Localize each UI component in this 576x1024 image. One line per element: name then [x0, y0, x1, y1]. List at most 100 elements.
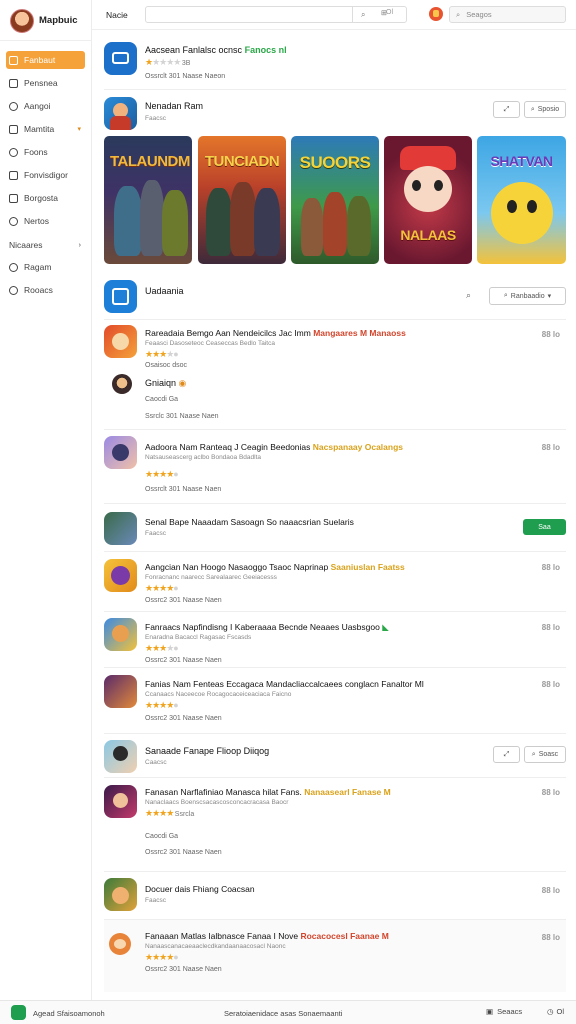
sidebar-item-label: Rooacs	[24, 285, 53, 295]
user-icon	[9, 147, 18, 157]
filter-dropdown[interactable]: ⌕ Ranbaadio ▾	[489, 287, 566, 305]
item-title: Aangcian Nan Hoogo Nasaoggo Tsaoc Naprin…	[145, 562, 405, 572]
get-button[interactable]: Saa	[523, 519, 566, 535]
banner-subtitle: Faacsc	[145, 115, 166, 122]
sidebar-item-borgosta[interactable]: Borgosta	[6, 189, 85, 207]
footer-search-button[interactable]: ▣ Seaacs	[486, 1007, 522, 1016]
item-title: Aadoora Nam Ranteaq J Ceagin Beedonias N…	[145, 442, 404, 452]
sidebar-item-label: Nertos	[24, 216, 50, 226]
list-item[interactable]: Senal Bape Naaadam Sasoagn So naaacsrian…	[104, 504, 566, 552]
game-card[interactable]: SUOORS	[291, 136, 379, 264]
item-subtitle: Ccanaacs Naceecoe Rocagocaceiceaciaca Fa…	[145, 691, 292, 698]
clock-icon	[9, 101, 18, 111]
item-subtitle: Faacsc	[145, 897, 166, 904]
item-title: Fanasan Narflafiniao Manasca hilat Fans.…	[145, 787, 391, 797]
section-title: Uadaania	[145, 286, 184, 296]
sidebar-item-rooacs[interactable]: Rooacs	[6, 281, 85, 299]
document-icon: ▣	[486, 1007, 494, 1016]
game-card[interactable]: SHATVAN	[477, 136, 566, 264]
featured-meta: Ossrclt 301 Naase Naeon	[145, 73, 226, 80]
sidebar-item-label: Ragam	[24, 262, 52, 272]
rating-stars: ★★★★●	[145, 583, 179, 593]
rating-stars: ★★★★●	[145, 469, 179, 479]
list-item[interactable]: Aadoora Nam Ranteaq J Ceagin Beedonias N…	[104, 430, 566, 504]
search-label: Seagos	[466, 10, 492, 19]
list-item[interactable]: Fanasan Narflafiniao Manasca hilat Fans.…	[104, 778, 566, 872]
item-meta: Osaisoc dsoc	[145, 362, 188, 369]
item-subtitle: Faacsc	[145, 530, 166, 537]
search-icon: ⌕	[456, 9, 461, 19]
search-input[interactable]: ⌕ ⊞ Ol	[145, 6, 407, 23]
sidebar-nav: Fanbaut Pensnea Aangoi Mamtita ▾ Foons F…	[0, 51, 91, 230]
section-subtitle: Caacsc	[145, 759, 167, 766]
sidebar-item-nertos[interactable]: Nertos	[6, 212, 85, 230]
sidebar-item-foons[interactable]: Foons	[6, 143, 85, 161]
chevron-right-icon: ›	[78, 241, 81, 249]
list-item[interactable]: Fanraacs Napfindisng I Kaberaaaa Becnde …	[104, 612, 566, 668]
search-button[interactable]: ⌕ Seagos	[449, 6, 566, 23]
divider	[352, 7, 353, 22]
app-icon	[104, 325, 137, 358]
sidebar-item-label: Foons	[24, 147, 48, 157]
share-button[interactable]: ⤢	[493, 101, 520, 118]
item-title: Fanraacs Napfindisng I Kaberaaaa Becnde …	[145, 622, 389, 632]
banner-header: Nenadan Ram Faacsc ⤢ ⌕ Sposio	[104, 90, 566, 138]
list-item[interactable]: Rareadaia Bemgo Aan Nendeicilcs Jac Imm …	[104, 320, 566, 430]
game-card[interactable]: TALAUNDM	[104, 136, 192, 264]
item-title: Docuer dais Fhiang Coacsan	[145, 884, 255, 894]
sidebar-item-aangoi[interactable]: Aangoi	[6, 97, 85, 115]
banner-title: Nenadan Ram	[145, 101, 204, 111]
item-count: 88 lo	[541, 788, 560, 797]
sidebar-group-label: Nicaares	[9, 240, 43, 250]
sidebar-item-fonvisdigor[interactable]: Fonvisdigor	[6, 166, 85, 184]
chevron-down-icon: ▾	[77, 126, 81, 133]
app-icon	[104, 675, 137, 708]
item-title: Fanias Nam Fenteas Eccagaca Mandacliacca…	[145, 679, 424, 689]
section-header: Uadaania ⌕ ⌕ Ranbaadio ▾	[104, 274, 566, 320]
sidebar-item-ragam[interactable]: Ragam	[6, 258, 85, 276]
sidebar-group-header[interactable]: Nicaares ›	[9, 240, 85, 250]
app-icon	[104, 97, 137, 130]
game-card[interactable]: TUNCIADN	[198, 136, 286, 264]
ol-button[interactable]: Ol	[386, 9, 393, 16]
search-icon: ⌕	[531, 750, 536, 758]
item-count: 88 lo	[541, 623, 560, 632]
featured-row[interactable]: Aacsean Fanlalsc ocnsc Fanocs nl ★★★★★ 3…	[104, 34, 566, 90]
sposio-button[interactable]: ⌕ Sposio	[524, 101, 566, 118]
item-meta: Ossrc2 301 Naase Naen	[145, 849, 222, 856]
item-count: 88 lo	[541, 563, 560, 572]
search-button[interactable]: ⌕ Soasc	[524, 746, 566, 763]
list-icon	[9, 124, 18, 134]
mic-icon[interactable]: ⌕	[361, 10, 365, 20]
settings-icon	[9, 216, 18, 226]
item-title: Rareadaia Bemgo Aan Nendeicilcs Jac Imm …	[145, 328, 406, 338]
grid-icon	[9, 78, 18, 88]
list-item[interactable]: Fanias Nam Fenteas Eccagaca Mandacliacca…	[104, 668, 566, 734]
chat-icon	[9, 262, 18, 272]
list-item[interactable]: Fanaaan Matlas Ialbnasce Fanaa I Nove Ro…	[104, 920, 566, 992]
list-item[interactable]: Aangcian Nan Hoogo Nasaoggo Tsaoc Naprin…	[104, 552, 566, 612]
footer: Agead Sfaisoamonoh Seratoiaenidace asas …	[0, 1000, 576, 1024]
list-item[interactable]: Docuer dais Fhiang Coacsan Faacsc 88 lo	[104, 872, 566, 920]
share-icon: ⤢	[503, 750, 510, 758]
app-icon	[104, 42, 137, 75]
footer-ol-button[interactable]: ◷ Ol	[547, 1007, 564, 1016]
share-button[interactable]: ⤢	[493, 746, 520, 763]
rating-stars: ★★★★ Ssrcla	[145, 808, 195, 818]
brand-name: Mapbuic	[39, 15, 78, 26]
game-card[interactable]: NALAAS	[384, 136, 472, 264]
rating-stars: ★★★★●	[145, 349, 179, 359]
notification-icon[interactable]	[429, 7, 443, 21]
app-icon	[104, 512, 137, 545]
sidebar-item-fanbaut[interactable]: Fanbaut	[6, 51, 85, 69]
avatar	[10, 8, 34, 33]
brand[interactable]: Mapbuic	[0, 0, 91, 36]
sidebar-item-mamtita[interactable]: Mamtita ▾	[6, 120, 85, 138]
sidebar-item-pensnea[interactable]: Pensnea	[6, 74, 85, 92]
search-icon: ⌕	[530, 105, 535, 113]
search-icon[interactable]: ⌕	[466, 290, 471, 301]
item-meta: Ossrc2 301 Naase Naen	[145, 597, 222, 604]
item-subtitle: Feaasci Dasoseteoc Ceaseccas Bedlo Taitc…	[145, 340, 275, 347]
item-count: 88 lo	[541, 330, 560, 339]
game-card-title: TALAUNDM	[110, 153, 190, 170]
